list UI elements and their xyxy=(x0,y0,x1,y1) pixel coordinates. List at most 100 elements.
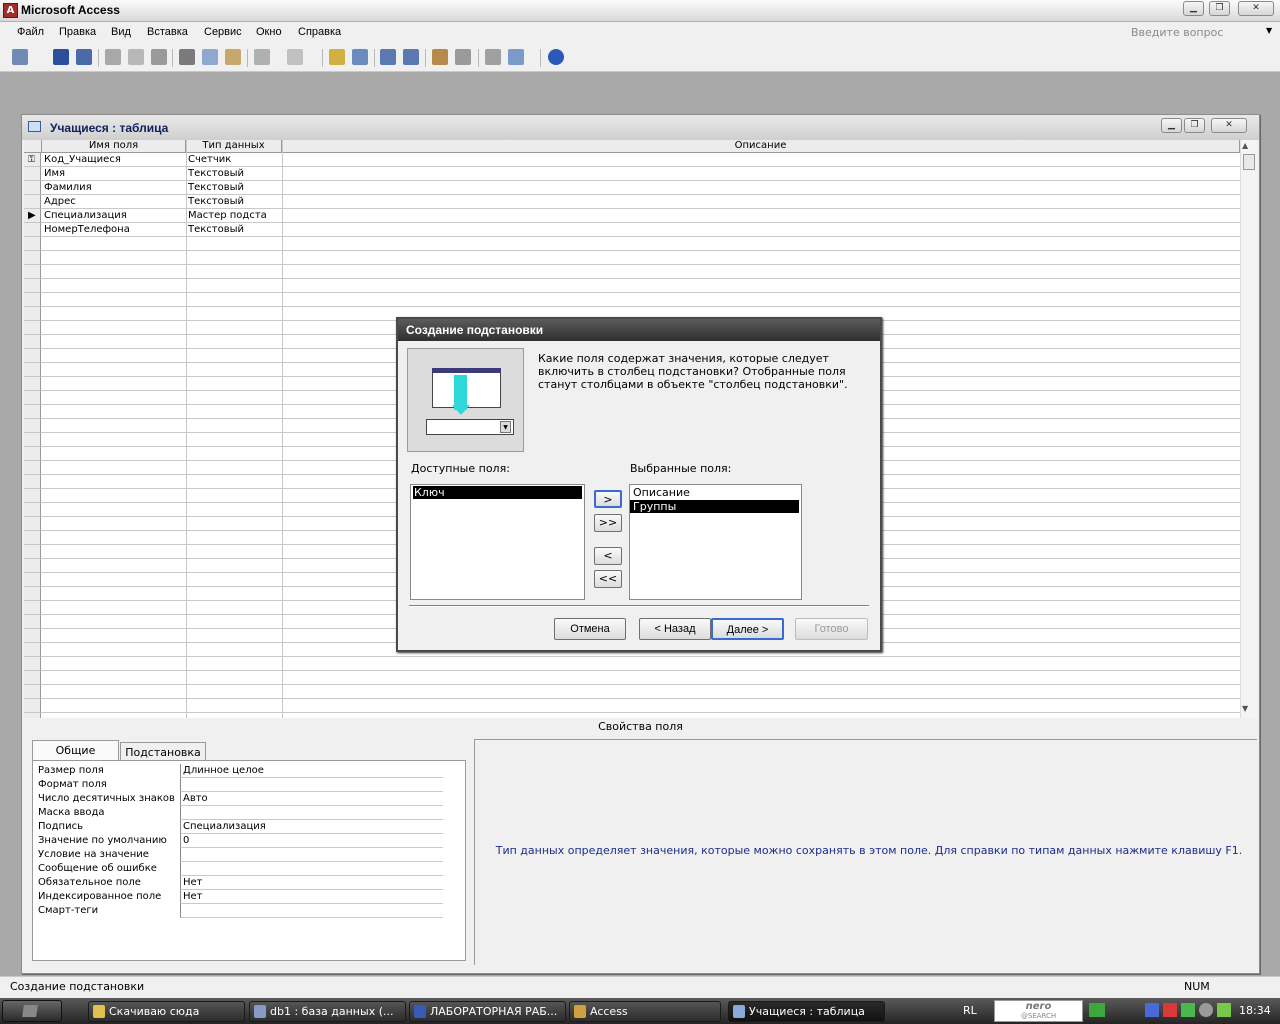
row-selector[interactable] xyxy=(24,671,41,685)
minimize-button[interactable]: ▁ xyxy=(1161,118,1182,133)
row-selector[interactable] xyxy=(24,629,41,643)
go-arrow-icon[interactable] xyxy=(1089,1003,1105,1017)
properties-icon[interactable] xyxy=(432,49,448,65)
save-icon[interactable] xyxy=(53,49,69,65)
property-value[interactable]: Нет xyxy=(180,876,443,890)
row-selector[interactable] xyxy=(24,293,41,307)
help-search-input[interactable]: Введите вопрос xyxy=(1131,26,1271,39)
move-one-right-button[interactable]: > xyxy=(594,490,622,508)
row-selector[interactable] xyxy=(24,643,41,657)
row-selector[interactable] xyxy=(24,699,41,713)
selected-fields-list[interactable]: Описание Группы xyxy=(629,484,802,600)
insert-rows-icon[interactable] xyxy=(380,49,396,65)
list-item[interactable]: Описание xyxy=(632,486,799,499)
task-access[interactable]: Access xyxy=(569,1001,721,1022)
row-selector[interactable] xyxy=(24,475,41,489)
row-selector[interactable] xyxy=(24,461,41,475)
row-selector[interactable] xyxy=(24,237,41,251)
menu-file[interactable]: Файл xyxy=(17,26,44,38)
row-selector[interactable] xyxy=(24,489,41,503)
close-button[interactable]: ✕ xyxy=(1211,118,1247,133)
tray-icon[interactable] xyxy=(1163,1003,1177,1017)
row-selector[interactable] xyxy=(24,405,41,419)
tray-icon[interactable] xyxy=(1145,1003,1159,1017)
column-header-data-type[interactable]: Тип данных xyxy=(186,140,282,153)
task-word[interactable]: ЛАБОРАТОРНАЯ РАБ... xyxy=(409,1001,566,1022)
menu-view[interactable]: Вид xyxy=(111,26,131,38)
new-object-icon[interactable] xyxy=(508,49,524,65)
search-icon[interactable] xyxy=(76,49,92,65)
copy-icon[interactable] xyxy=(202,49,218,65)
tray-icon[interactable] xyxy=(1217,1003,1231,1017)
task-table[interactable]: Учащиеся : таблица xyxy=(728,1001,885,1022)
row-selector[interactable] xyxy=(24,251,41,265)
available-fields-list[interactable]: Ключ xyxy=(410,484,585,600)
property-value[interactable]: 0 xyxy=(180,834,443,848)
cut-icon[interactable] xyxy=(179,49,195,65)
data-type-cell[interactable]: Текстовый xyxy=(188,223,280,237)
language-indicator[interactable]: RL xyxy=(963,1004,977,1017)
column-header-field-name[interactable]: Имя поля xyxy=(42,140,186,153)
property-value[interactable] xyxy=(180,806,443,820)
row-selector[interactable] xyxy=(24,419,41,433)
task-folder[interactable]: Скачиваю сюда xyxy=(88,1001,245,1022)
minimize-button[interactable]: ▁ xyxy=(1183,1,1204,16)
row-selector[interactable] xyxy=(24,517,41,531)
scroll-thumb[interactable] xyxy=(1243,154,1255,170)
row-selector[interactable] xyxy=(24,601,41,615)
build-icon[interactable] xyxy=(455,49,471,65)
property-value[interactable]: Нет xyxy=(180,890,443,904)
list-item[interactable]: Ключ xyxy=(413,486,582,499)
print-icon[interactable] xyxy=(105,49,121,65)
menu-window[interactable]: Окно xyxy=(256,26,282,38)
scroll-up-icon[interactable]: ▲ xyxy=(1242,141,1248,150)
row-selector[interactable] xyxy=(24,265,41,279)
next-button[interactable]: Далее > xyxy=(711,618,784,640)
menu-edit[interactable]: Правка xyxy=(59,26,96,38)
property-value[interactable]: Длинное целое xyxy=(180,764,443,778)
view-icon[interactable] xyxy=(12,49,28,65)
nero-search-box[interactable]: nero @SEARCH xyxy=(994,1000,1083,1022)
data-type-cell[interactable]: Мастер подста xyxy=(188,209,280,223)
data-type-cell[interactable]: Текстовый xyxy=(188,167,280,181)
menu-tools[interactable]: Сервис xyxy=(204,26,242,38)
row-selector[interactable] xyxy=(24,307,41,321)
row-selector[interactable] xyxy=(24,573,41,587)
row-selector[interactable] xyxy=(24,657,41,671)
redo-icon[interactable] xyxy=(287,49,303,65)
row-selector[interactable] xyxy=(24,503,41,517)
field-name-cell[interactable]: Код_Учащиеся xyxy=(44,153,184,167)
cancel-button[interactable]: Отмена xyxy=(554,618,626,640)
tray-icon[interactable] xyxy=(1181,1003,1195,1017)
row-selector[interactable] xyxy=(24,433,41,447)
list-item[interactable]: Группы xyxy=(630,500,799,513)
column-header-description[interactable]: Описание xyxy=(282,140,1240,153)
property-value[interactable]: Авто xyxy=(180,792,443,806)
row-selector[interactable] xyxy=(24,615,41,629)
row-selector[interactable] xyxy=(24,587,41,601)
spelling-icon[interactable] xyxy=(151,49,167,65)
data-type-cell[interactable]: Текстовый xyxy=(188,195,280,209)
field-name-cell[interactable]: Имя xyxy=(44,167,184,181)
row-selector[interactable] xyxy=(24,279,41,293)
restore-button[interactable]: ❐ xyxy=(1184,118,1205,133)
field-name-cell[interactable]: Фамилия xyxy=(44,181,184,195)
property-value[interactable] xyxy=(180,778,443,792)
row-selector[interactable] xyxy=(24,363,41,377)
row-selector[interactable] xyxy=(24,531,41,545)
tab-lookup[interactable]: Подстановка xyxy=(120,742,206,760)
row-selector[interactable] xyxy=(24,181,41,195)
print-preview-icon[interactable] xyxy=(128,49,144,65)
property-value[interactable]: Специализация xyxy=(180,820,443,834)
row-selector[interactable] xyxy=(24,195,41,209)
task-database[interactable]: db1 : база данных (... xyxy=(249,1001,406,1022)
row-selector[interactable] xyxy=(24,559,41,573)
field-name-cell[interactable]: НомерТелефона xyxy=(44,223,184,237)
row-selector[interactable] xyxy=(24,447,41,461)
data-type-cell[interactable]: Текстовый xyxy=(188,181,280,195)
move-all-left-button[interactable]: << xyxy=(594,570,622,588)
row-selector[interactable] xyxy=(24,321,41,335)
restore-button[interactable]: ❐ xyxy=(1209,1,1230,16)
database-window-icon[interactable] xyxy=(485,49,501,65)
row-selector[interactable] xyxy=(24,335,41,349)
